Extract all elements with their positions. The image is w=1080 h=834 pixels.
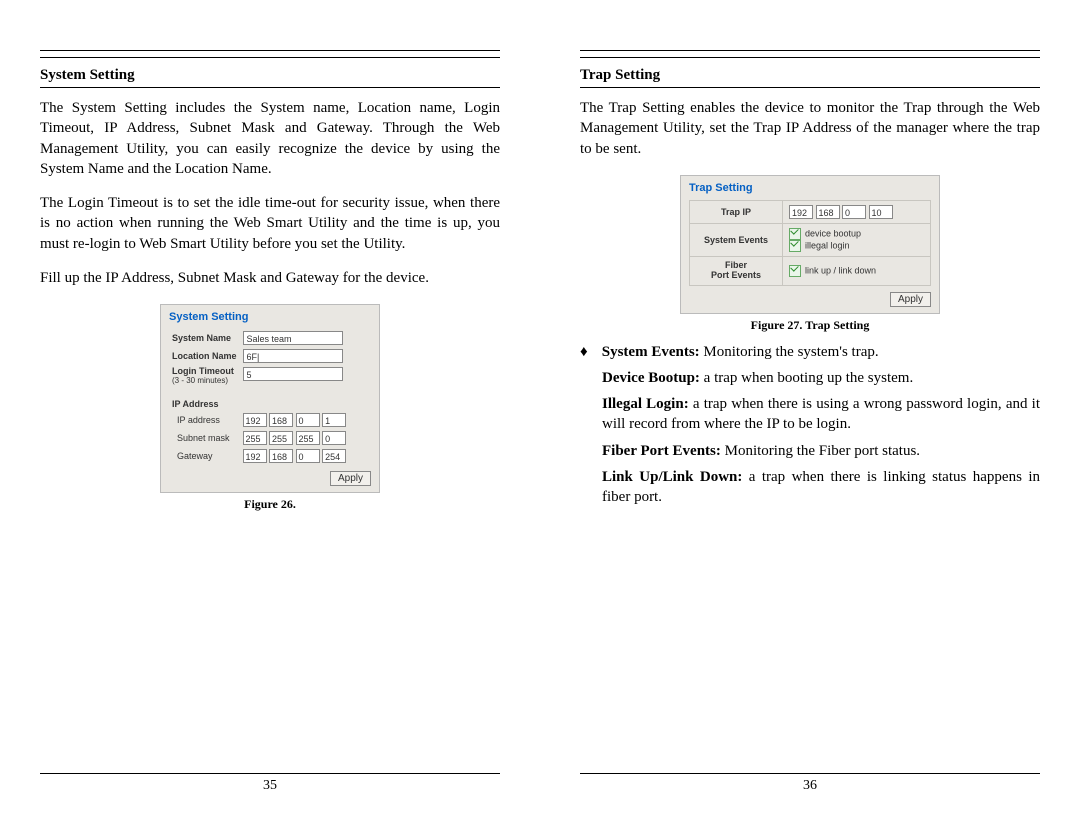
apply-button[interactable]: Apply: [330, 471, 371, 486]
checkbox-label: device bootup: [805, 228, 861, 238]
gw-octet[interactable]: 254: [322, 449, 346, 463]
system-name-input[interactable]: Sales team: [243, 331, 343, 345]
trap-ip-octet[interactable]: 10: [869, 205, 893, 219]
gw-octet[interactable]: 168: [269, 449, 293, 463]
bullet-system-events: ♦ System Events: Monitoring the system's…: [580, 342, 1040, 362]
label-system-name: System Name: [169, 329, 240, 347]
bullet-fiber-port: Fiber Port Events: Monitoring the Fiber …: [580, 441, 1040, 461]
label-gateway: Gateway: [169, 447, 240, 465]
login-timeout-input[interactable]: 5: [243, 367, 343, 381]
top-rule: [40, 50, 500, 58]
label-ip: IP address: [169, 411, 240, 429]
label-trap-ip: Trap IP: [690, 200, 783, 223]
checkbox-linkupdown[interactable]: [789, 265, 801, 277]
gw-octet[interactable]: 192: [243, 449, 267, 463]
label-fiber2: Port Events: [711, 270, 761, 280]
label-login-timeout: Login Timeout: [172, 366, 234, 376]
checkbox-label: link up / link down: [805, 265, 876, 275]
label-subnet: Subnet mask: [169, 429, 240, 447]
label-ip-heading: IP Address: [169, 397, 349, 411]
label-login-timeout-sub: (3 - 30 minutes): [172, 376, 228, 385]
checkbox-label: illegal login: [805, 240, 850, 250]
panel-title: System Setting: [169, 311, 371, 323]
label-system-events: System Events: [690, 223, 783, 256]
trap-ip-octet[interactable]: 192: [789, 205, 813, 219]
top-rule: [580, 50, 1040, 58]
figure-caption: Figure 26.: [40, 497, 500, 512]
trap-setting-panel: Trap Setting Trap IP 192 168 0 10 System…: [680, 175, 940, 314]
ip-octet[interactable]: 0: [296, 413, 320, 427]
trap-ip-octet[interactable]: 168: [816, 205, 840, 219]
ip-octet[interactable]: 1: [322, 413, 346, 427]
page-number: 35: [40, 778, 500, 794]
apply-button[interactable]: Apply: [890, 292, 931, 307]
page-left: System Setting The System Setting includ…: [40, 50, 500, 834]
diamond-icon: ♦: [580, 342, 598, 362]
label-location-name: Location Name: [169, 347, 240, 365]
checkbox-illegal-login[interactable]: [789, 240, 801, 252]
gw-octet[interactable]: 0: [296, 449, 320, 463]
page-right: Trap Setting The Trap Setting enables th…: [580, 50, 1040, 834]
bullet-device-bootup: Device Bootup: a trap when booting up th…: [580, 368, 1040, 388]
bottom-rule: [580, 773, 1040, 774]
ip-octet[interactable]: 192: [243, 413, 267, 427]
ip-octet[interactable]: 168: [269, 413, 293, 427]
paragraph: The System Setting includes the System n…: [40, 98, 500, 179]
system-setting-panel: System Setting System Name Sales team Lo…: [160, 304, 380, 493]
figure-caption: Figure 27. Trap Setting: [580, 318, 1040, 333]
mask-octet[interactable]: 255: [243, 431, 267, 445]
section-heading: Trap Setting: [580, 67, 660, 83]
paragraph: Fill up the IP Address, Subnet Mask and …: [40, 268, 500, 288]
mask-octet[interactable]: 255: [269, 431, 293, 445]
mask-octet[interactable]: 255: [296, 431, 320, 445]
bottom-rule: [40, 773, 500, 774]
location-name-input[interactable]: 6F|: [243, 349, 343, 363]
page-number: 36: [580, 778, 1040, 794]
mask-octet[interactable]: 0: [322, 431, 346, 445]
trap-ip-octet[interactable]: 0: [842, 205, 866, 219]
bullet-link-updown: Link Up/Link Down: a trap when there is …: [580, 467, 1040, 508]
label-fiber: Fiber: [725, 260, 747, 270]
bullet-illegal-login: Illegal Login: a trap when there is usin…: [580, 394, 1040, 435]
section-heading: System Setting: [40, 67, 135, 83]
panel-title: Trap Setting: [689, 182, 931, 194]
paragraph: The Trap Setting enables the device to m…: [580, 98, 1040, 159]
paragraph: The Login Timeout is to set the idle tim…: [40, 193, 500, 254]
